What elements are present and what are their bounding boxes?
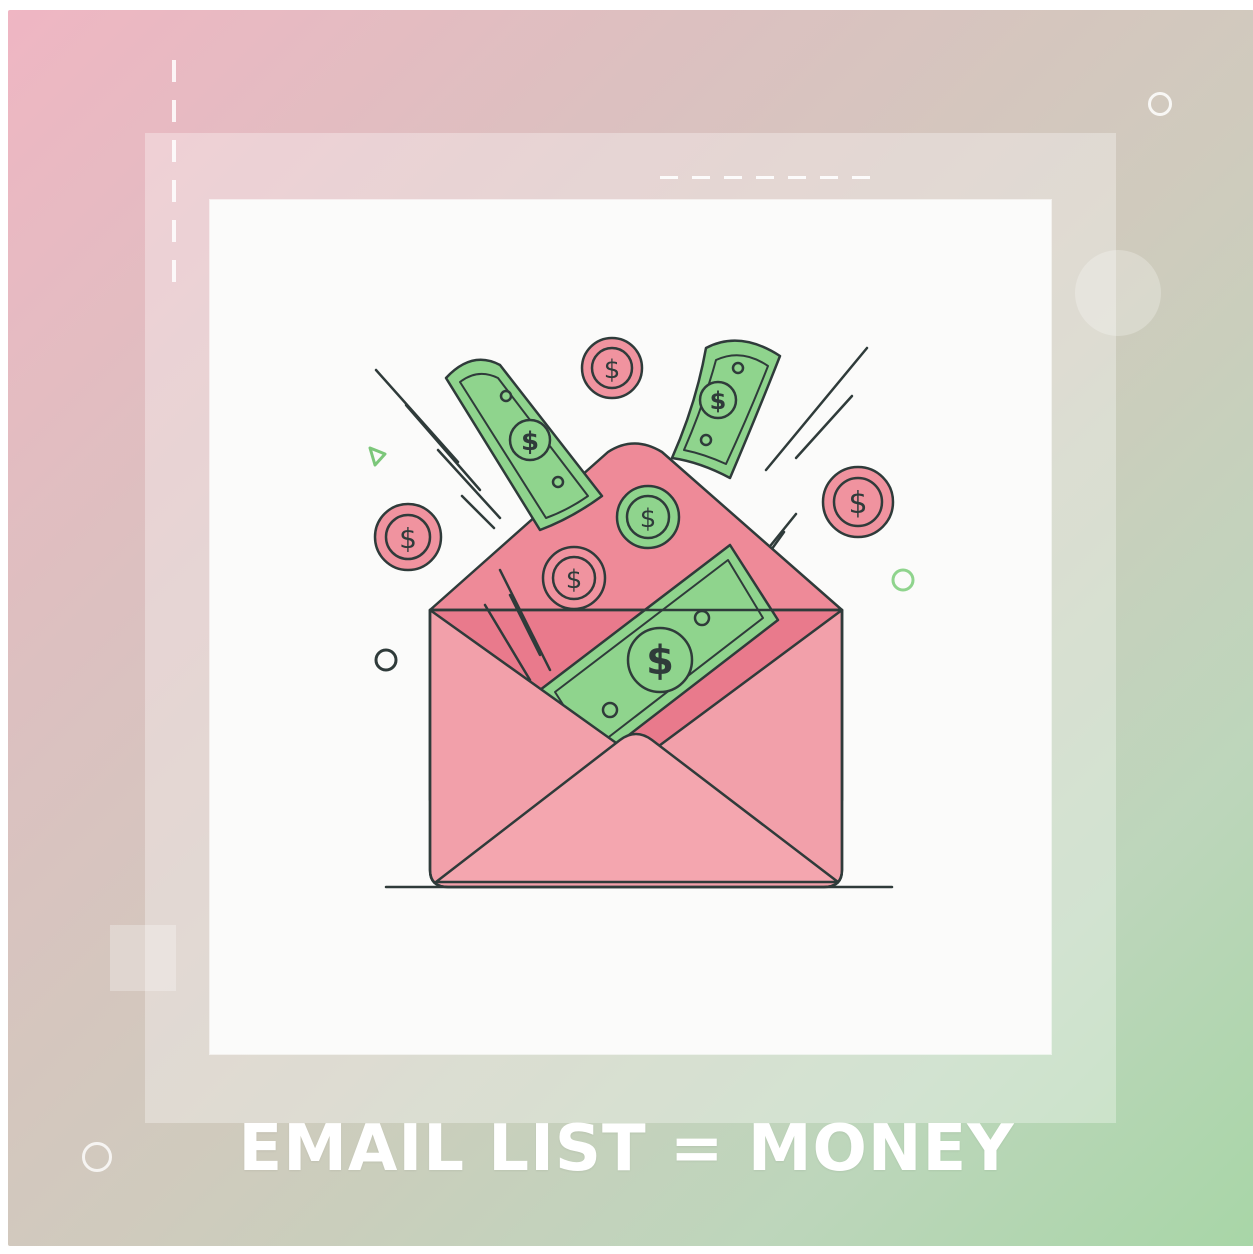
- svg-text:$: $: [604, 355, 621, 385]
- banknote-icon: $: [670, 339, 782, 480]
- svg-text:$: $: [848, 486, 867, 521]
- svg-text:$: $: [566, 565, 583, 595]
- dollar-coin-icon: $: [821, 465, 895, 539]
- poster-canvas: $ $ $ $ $ $ $ $ EMAIL LIST = MONEY: [0, 0, 1253, 1254]
- svg-text:$: $: [710, 387, 727, 415]
- dollar-coin-icon: $: [615, 484, 681, 550]
- ring-decoration-icon: [891, 568, 915, 592]
- circle-blob-decoration: [1075, 250, 1161, 336]
- ring-decoration-icon: [374, 648, 398, 672]
- headline-text: EMAIL LIST = MONEY: [238, 1112, 1015, 1186]
- square-decoration: [110, 925, 176, 991]
- dashed-line-vertical: [172, 60, 176, 290]
- triangle-decoration-icon: [368, 446, 387, 467]
- dashed-line-horizontal: [660, 176, 882, 179]
- svg-text:$: $: [646, 638, 674, 684]
- dollar-coin-icon: $: [541, 545, 607, 611]
- email-money-illustration: $ $ $ $ $ $ $ $: [368, 336, 915, 889]
- dollar-coin-icon: $: [373, 502, 443, 572]
- dollar-coin-icon: $: [580, 336, 644, 400]
- svg-text:$: $: [521, 427, 539, 457]
- svg-text:$: $: [640, 504, 657, 534]
- ring-decoration-icon: [1148, 92, 1172, 116]
- svg-text:$: $: [399, 522, 417, 555]
